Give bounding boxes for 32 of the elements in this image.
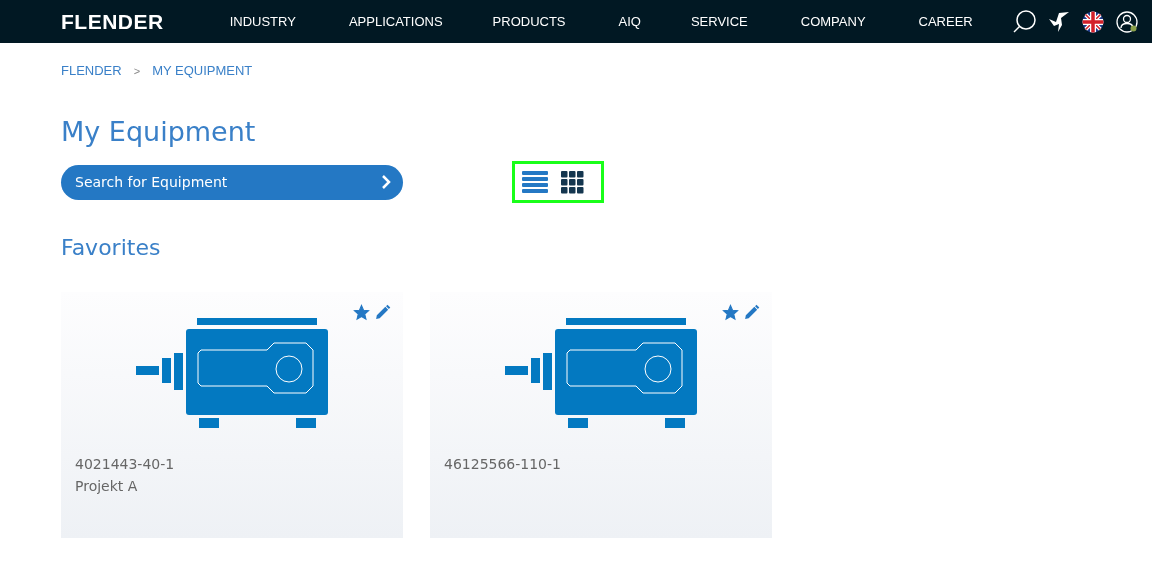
logo[interactable]: FLENDER — [61, 9, 164, 34]
view-toggle-button[interactable] — [522, 170, 548, 194]
nav-link[interactable]: CAREER — [918, 14, 973, 29]
breadcrumb-link[interactable]: MY EQUIPMENT — [152, 63, 253, 78]
chevron-right-icon — [381, 174, 391, 190]
nav-link[interactable]: PRODUCTS — [492, 14, 566, 29]
breadcrumb-link[interactable]: FLENDER — [61, 63, 122, 78]
serial-number: 4021443-40-1 — [75, 456, 176, 472]
grid-view-icon — [560, 170, 584, 194]
nav-link[interactable]: AIQ — [618, 14, 641, 29]
star-icon[interactable] — [722, 304, 739, 321]
view-toggle-button[interactable] — [560, 170, 584, 194]
gear-motor-icon — [505, 318, 697, 428]
nav-link[interactable]: SERVICE — [690, 14, 748, 29]
star-icon[interactable] — [353, 304, 370, 321]
pinwheel-icon[interactable] — [1048, 10, 1070, 33]
user-account-icon[interactable] — [1116, 10, 1138, 33]
section-title: Favorites — [61, 235, 162, 260]
nav-link[interactable]: INDUSTRY — [229, 14, 296, 29]
page-title: My Equipment — [61, 116, 257, 147]
pencil-icon[interactable] — [743, 304, 760, 321]
pencil-icon[interactable] — [374, 304, 391, 321]
search-icon[interactable] — [1012, 9, 1036, 34]
gear-motor-icon — [136, 318, 328, 428]
uk-flag-icon[interactable] — [1082, 10, 1104, 33]
nav-link[interactable]: COMPANY — [800, 14, 866, 29]
list-view-icon — [522, 170, 548, 194]
nav-link[interactable]: APPLICATIONS — [348, 14, 443, 29]
project-name: Projekt A — [75, 478, 139, 494]
serial-number: 46125566-110-1 — [444, 456, 562, 472]
search-button[interactable]: Search for Equipment — [61, 164, 403, 200]
breadcrumb-separator: > — [133, 64, 141, 77]
